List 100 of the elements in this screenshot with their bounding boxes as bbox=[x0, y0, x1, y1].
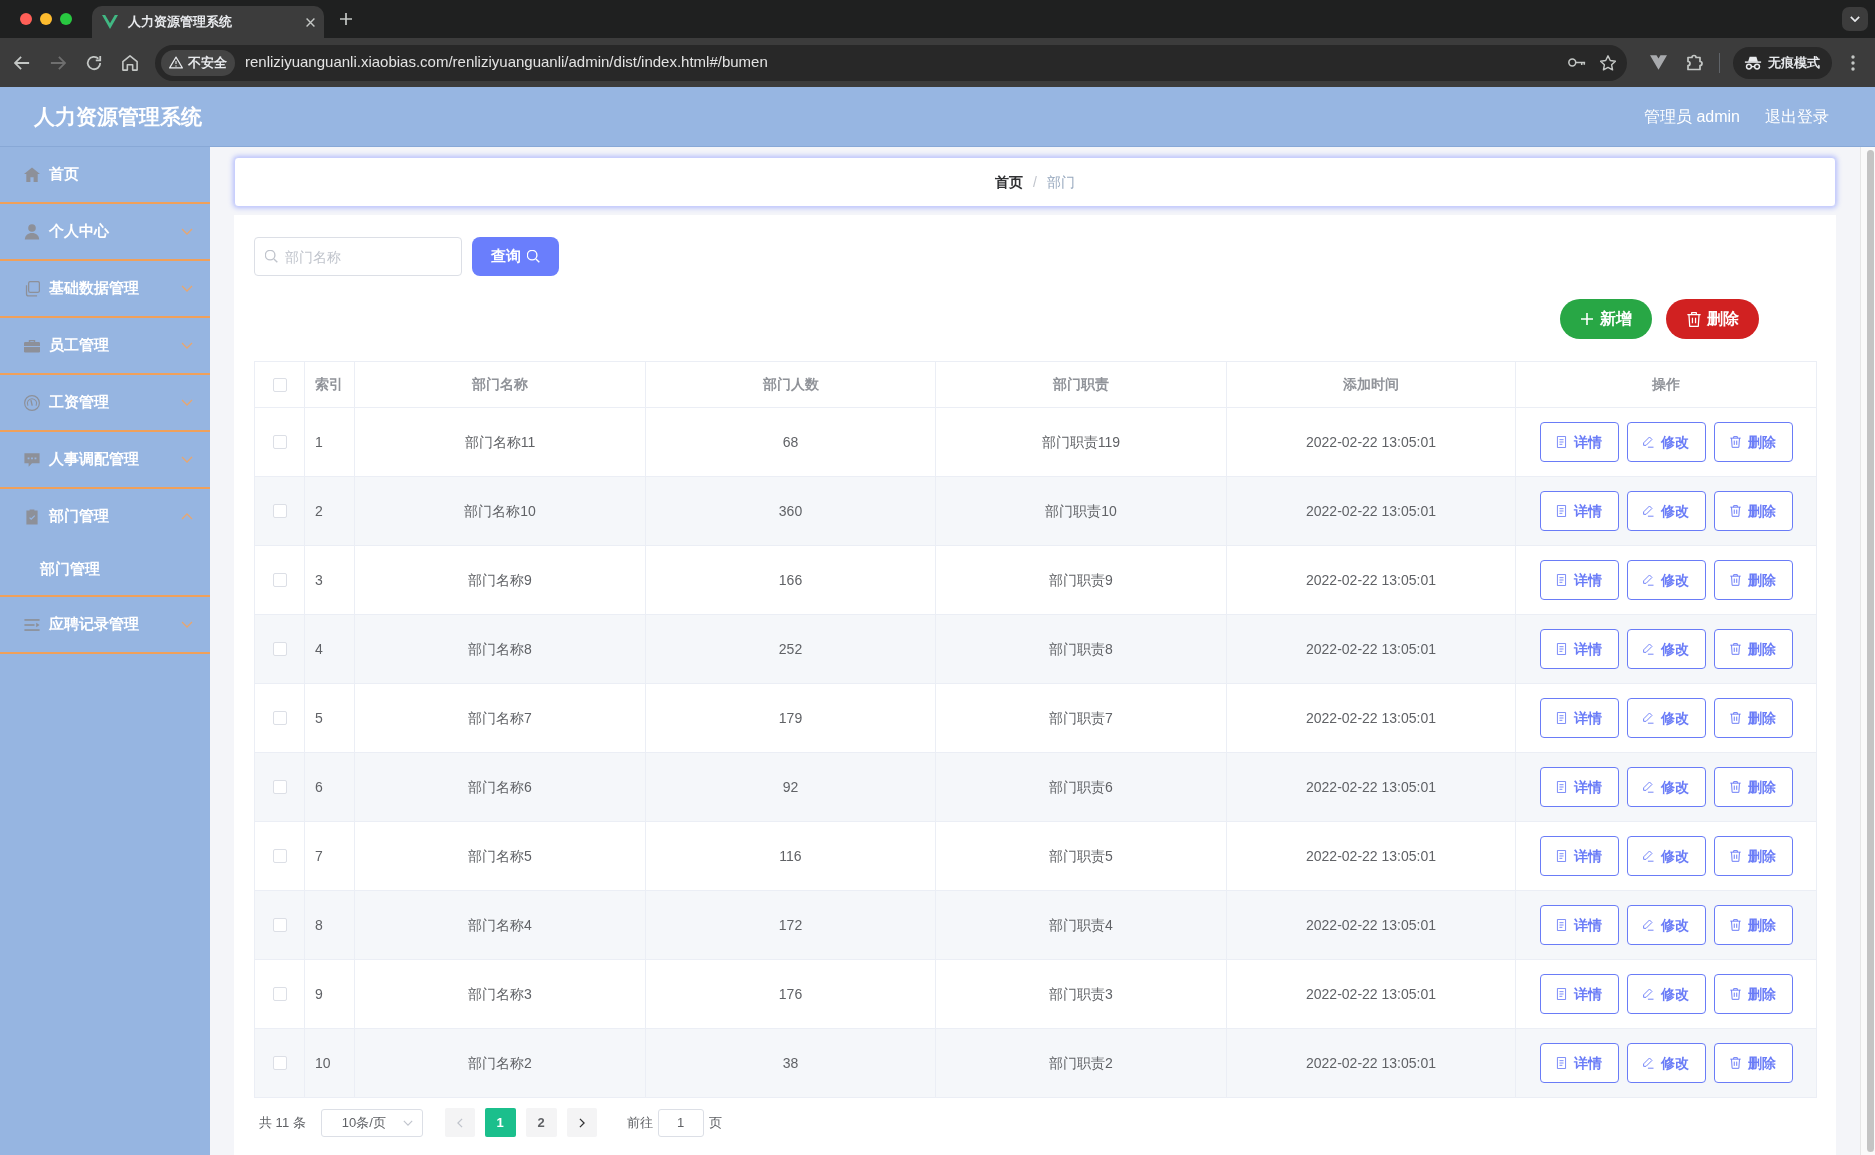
row-delete-button[interactable]: 删除 bbox=[1713, 422, 1793, 462]
edit-button[interactable]: 修改 bbox=[1626, 905, 1706, 945]
table-cell: 166 bbox=[645, 545, 936, 615]
search-field[interactable]: 部门名称 bbox=[254, 237, 462, 276]
query-button[interactable]: 查询 bbox=[472, 237, 559, 276]
pencil-icon bbox=[1643, 919, 1654, 931]
plus-icon[interactable] bbox=[339, 12, 353, 26]
site-security-button[interactable]: 不安全 bbox=[161, 49, 235, 76]
row-delete-button[interactable]: 删除 bbox=[1713, 560, 1793, 600]
checkbox[interactable] bbox=[272, 573, 287, 587]
edit-button[interactable]: 修改 bbox=[1626, 974, 1706, 1014]
row-delete-button[interactable]: 删除 bbox=[1713, 629, 1793, 669]
checkbox[interactable] bbox=[272, 780, 287, 794]
table-cell: 4 bbox=[304, 614, 355, 684]
details-button[interactable]: 详情 bbox=[1539, 1043, 1619, 1083]
logout-link[interactable]: 退出登录 bbox=[1765, 104, 1829, 129]
more-menu-icon[interactable] bbox=[1851, 54, 1855, 71]
scrollbar-thumb[interactable] bbox=[1867, 150, 1874, 1152]
tab-list-button[interactable] bbox=[1842, 7, 1868, 31]
address-bar[interactable]: 不安全 renliziyuanguanli.xiaobias.com/renliziyuanguanli/admin/dist/index.html#/bumen bbox=[155, 44, 1627, 81]
puzzle-icon[interactable] bbox=[1686, 54, 1703, 71]
row-delete-button[interactable]: 删除 bbox=[1713, 974, 1793, 1014]
url-text: renliziyuanguanli.xiaobias.com/renliziyuanguanli/admin/dist/index.html#/bumen bbox=[245, 52, 768, 73]
sidebar-item[interactable]: 部门管理 bbox=[0, 489, 210, 544]
row-delete-button[interactable]: 删除 bbox=[1713, 905, 1793, 945]
edit-button[interactable]: 修改 bbox=[1626, 560, 1706, 600]
star-icon[interactable] bbox=[1600, 54, 1616, 71]
home-icon[interactable] bbox=[122, 54, 138, 71]
checkbox[interactable] bbox=[272, 504, 287, 518]
details-button[interactable]: 详情 bbox=[1539, 905, 1619, 945]
sidebar-item[interactable]: 基础数据管理 bbox=[0, 261, 210, 316]
page-button[interactable]: 2 bbox=[525, 1108, 557, 1137]
sidebar-item[interactable]: 工资管理 bbox=[0, 375, 210, 430]
row-delete-button[interactable]: 删除 bbox=[1713, 836, 1793, 876]
key-icon[interactable] bbox=[1568, 58, 1586, 67]
edit-button[interactable]: 修改 bbox=[1626, 698, 1706, 738]
add-button[interactable]: 新增 bbox=[1560, 299, 1652, 339]
details-button[interactable]: 详情 bbox=[1539, 836, 1619, 876]
details-button[interactable]: 详情 bbox=[1539, 974, 1619, 1014]
incognito-button[interactable]: 无痕模式 bbox=[1733, 46, 1832, 79]
forward-arrow-icon[interactable] bbox=[50, 54, 66, 71]
table-cell: 部门职责8 bbox=[935, 614, 1227, 684]
checkbox[interactable] bbox=[272, 849, 287, 863]
row-delete-button[interactable]: 删除 bbox=[1713, 767, 1793, 807]
trash-icon bbox=[1730, 988, 1741, 1000]
checkbox[interactable] bbox=[272, 435, 287, 449]
next-page-button[interactable] bbox=[566, 1108, 597, 1137]
edit-button[interactable]: 修改 bbox=[1626, 767, 1706, 807]
edit-button[interactable]: 修改 bbox=[1626, 629, 1706, 669]
details-button[interactable]: 详情 bbox=[1539, 629, 1619, 669]
row-delete-button[interactable]: 删除 bbox=[1713, 491, 1793, 531]
details-button[interactable]: 详情 bbox=[1539, 560, 1619, 600]
window-minimize-icon[interactable] bbox=[40, 13, 52, 25]
page-jump-field[interactable]: 1 bbox=[657, 1108, 704, 1137]
breadcrumb-link[interactable]: 部门 bbox=[1046, 171, 1075, 193]
user-label: 管理员 admin bbox=[1643, 106, 1740, 127]
row-delete-button[interactable]: 删除 bbox=[1713, 1043, 1793, 1083]
sidebar-item[interactable]: 个人中心 bbox=[0, 204, 210, 259]
table-cell: 部门名称4 bbox=[354, 890, 646, 960]
window-close-icon[interactable] bbox=[20, 13, 32, 25]
details-button[interactable]: 详情 bbox=[1539, 767, 1619, 807]
page-button[interactable]: 1 bbox=[484, 1108, 516, 1137]
vue-extension-icon[interactable] bbox=[1650, 55, 1667, 70]
edit-button[interactable]: 修改 bbox=[1626, 1043, 1706, 1083]
edit-button[interactable]: 修改 bbox=[1626, 836, 1706, 876]
chevron-right-icon bbox=[578, 1117, 585, 1128]
delete-button[interactable]: 删除 bbox=[1666, 299, 1759, 339]
table-cell: 部门职责3 bbox=[935, 959, 1227, 1029]
breadcrumb-link[interactable]: 首页 bbox=[995, 171, 1024, 193]
back-arrow-icon[interactable] bbox=[14, 54, 30, 71]
sidebar-item[interactable]: 人事调配管理 bbox=[0, 432, 210, 487]
pencil-icon bbox=[1643, 436, 1654, 448]
details-button[interactable]: 详情 bbox=[1539, 491, 1619, 531]
checkbox[interactable] bbox=[272, 642, 287, 656]
warning-icon bbox=[169, 56, 183, 69]
checkbox[interactable] bbox=[272, 918, 287, 932]
details-button[interactable]: 详情 bbox=[1539, 422, 1619, 462]
checkbox[interactable] bbox=[272, 711, 287, 725]
submenu-item[interactable]: 部门管理 bbox=[0, 544, 210, 595]
table-cell: 92 bbox=[645, 752, 936, 822]
table-cell: 176 bbox=[645, 959, 936, 1029]
trash-icon bbox=[1730, 643, 1741, 655]
sidebar-item[interactable]: 员工管理 bbox=[0, 318, 210, 373]
reload-icon[interactable] bbox=[86, 54, 102, 71]
sidebar-item[interactable]: 首页 bbox=[0, 147, 210, 202]
checkbox[interactable] bbox=[272, 377, 287, 392]
window-zoom-icon[interactable] bbox=[60, 13, 72, 25]
sidebar-item[interactable]: 应聘记录管理 bbox=[0, 597, 210, 652]
page-size-select[interactable]: 10条/页 bbox=[320, 1108, 423, 1137]
checkbox[interactable] bbox=[272, 987, 287, 1001]
edit-button[interactable]: 修改 bbox=[1626, 491, 1706, 531]
details-button[interactable]: 详情 bbox=[1539, 698, 1619, 738]
checkbox[interactable] bbox=[272, 1056, 287, 1070]
browser-tab[interactable]: 人力资源管理系统 bbox=[92, 6, 324, 38]
search-icon bbox=[527, 250, 540, 263]
close-icon[interactable] bbox=[305, 16, 316, 28]
table-cell: 2022-02-22 13:05:01 bbox=[1226, 821, 1516, 891]
edit-button[interactable]: 修改 bbox=[1626, 422, 1706, 462]
document-icon bbox=[1556, 574, 1567, 586]
row-delete-button[interactable]: 删除 bbox=[1713, 698, 1793, 738]
